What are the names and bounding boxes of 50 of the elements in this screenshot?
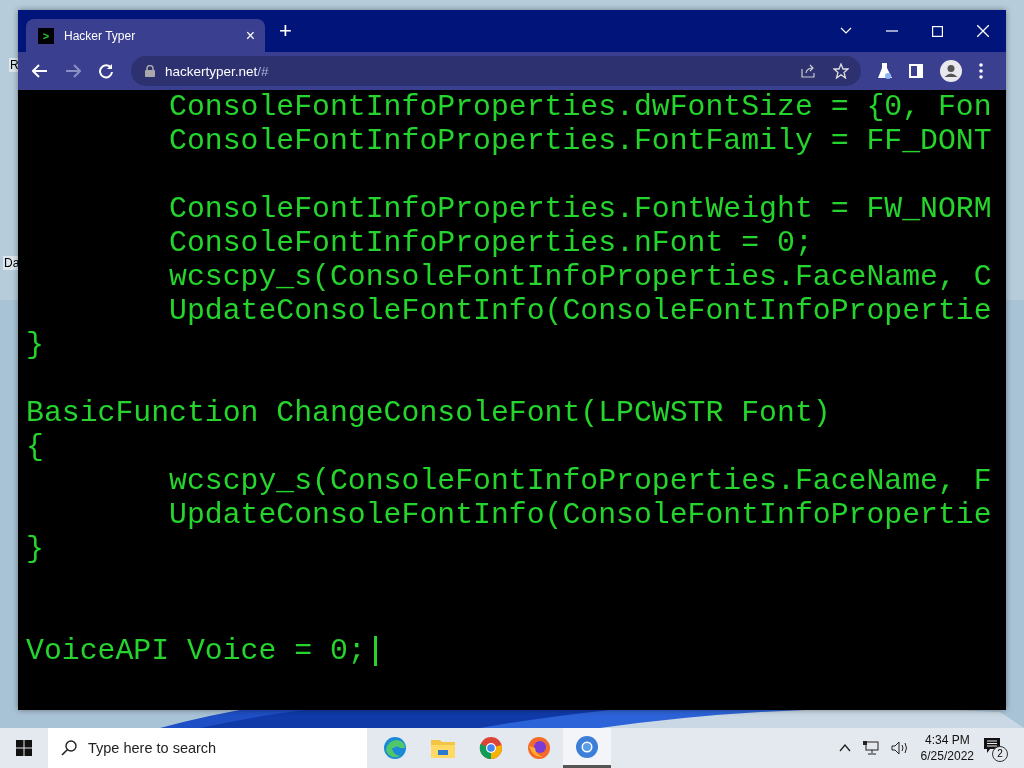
url-host: hackertyper.net — [165, 63, 258, 79]
profile-avatar-icon[interactable] — [940, 60, 962, 82]
browser-ring-icon — [575, 734, 599, 759]
wave-logo-icon — [383, 736, 407, 760]
chrome-icon — [479, 736, 503, 760]
code-line: ConsoleFontInfoProperties.dwFontSize = {0, Fon — [168, 90, 992, 124]
lock-icon — [145, 65, 155, 77]
code-line: { — [26, 430, 44, 464]
code-line: UpdateConsoleFontInfo(ConsoleFontInfoPropertie — [168, 294, 992, 328]
code-line: VoiceAPI Voice = 0; — [26, 634, 366, 668]
clock-date[interactable]: 6/25/2022 — [920, 749, 974, 763]
clock-time[interactable]: 4:34 PM — [924, 733, 970, 747]
search-icon — [61, 740, 77, 756]
star-icon[interactable] — [833, 63, 849, 79]
tab-search-icon[interactable] — [840, 27, 852, 35]
flask-icon[interactable] — [878, 63, 892, 79]
windows-start-icon[interactable] — [16, 740, 32, 756]
share-icon[interactable] — [801, 64, 817, 78]
code-line: BasicFunction ChangeConsoleFont(LPCWSTR Font) — [26, 396, 831, 430]
code-line: wcscpy_s(ConsoleFontInfoProperties.FaceName, C — [168, 260, 992, 294]
code-line: } — [26, 328, 44, 362]
tab-close-button[interactable]: × — [245, 27, 255, 44]
code-line: } — [26, 532, 44, 566]
side-panel-icon[interactable] — [909, 64, 923, 78]
close-icon[interactable] — [977, 25, 989, 37]
taskbar-search-field[interactable]: Type here to search — [48, 728, 367, 768]
maximize-icon[interactable] — [932, 25, 943, 37]
back-icon[interactable] — [32, 64, 48, 78]
site-favicon: > — [38, 27, 54, 44]
volume-icon[interactable] — [890, 741, 909, 755]
new-tab-button[interactable]: + — [279, 20, 292, 42]
tab-title: Hacker Typer — [64, 28, 137, 43]
code-line: ConsoleFontInfoProperties.FontWeight = FW_NORM — [168, 192, 992, 226]
reload-icon[interactable] — [98, 63, 114, 79]
chevron-up-icon[interactable] — [838, 744, 851, 752]
forward-icon[interactable] — [65, 64, 81, 78]
url-path: /# — [257, 63, 269, 79]
browser-tab[interactable]: > Hacker Typer × — [26, 19, 265, 52]
code-line: wcscpy_s(ConsoleFontInfoProperties.FaceName, F — [168, 464, 992, 498]
taskbar-app-button[interactable] — [563, 728, 611, 768]
code-line: ConsoleFontInfoProperties.FontFamily = FF_DONT — [168, 124, 992, 158]
network-icon[interactable] — [862, 741, 879, 755]
notification-button[interactable]: 2 — [984, 734, 1006, 762]
code-line: ConsoleFontInfoProperties.nFont = 0; — [168, 226, 813, 260]
folder-icon — [431, 738, 455, 758]
fox-globe-icon — [527, 736, 551, 760]
code-line: UpdateConsoleFontInfo(ConsoleFontInfoPropertie — [168, 498, 992, 532]
address-bar[interactable]: hackertyper.net/# — [131, 56, 861, 86]
notification-count-badge: 2 — [992, 746, 1008, 762]
menu-icon[interactable] — [979, 63, 983, 79]
